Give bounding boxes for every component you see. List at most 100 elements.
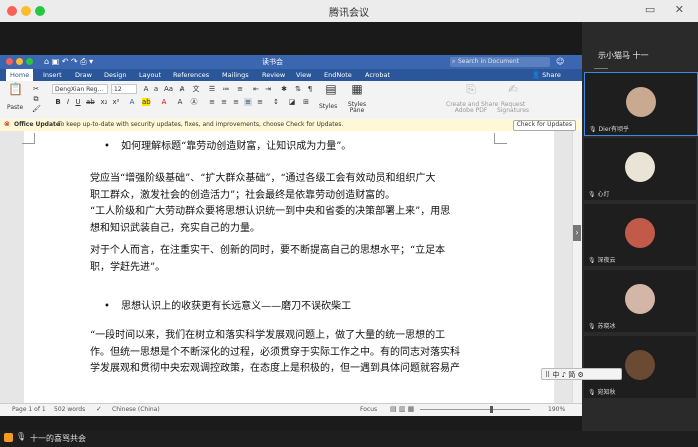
strikethrough-icon[interactable]: ab (86, 98, 95, 106)
asian-layout-icon[interactable]: ✱ (280, 85, 288, 93)
para1-line1: 党应当“增强阶级基础”、“扩大群众基础”，“通过各级工会有效动员和组织广大 (90, 173, 436, 184)
floating-toolbar[interactable]: ⠿ 中 ♪ 简 ⚙ (541, 368, 622, 380)
paste-icon[interactable]: 📋 (8, 83, 23, 99)
multilevel-list-icon[interactable]: ≡ (236, 85, 244, 93)
toolbar-items[interactable]: 中 ♪ 简 ⚙ (552, 371, 583, 379)
copy-icon[interactable]: ⧉ (32, 95, 40, 103)
font-color-icon[interactable]: A (160, 98, 168, 106)
quick-access-icons[interactable]: ⌂ ▣ ↶ ↷ ⎙ ▾ (44, 57, 93, 67)
shrink-font-icon[interactable]: a (152, 85, 160, 93)
decrease-indent-icon[interactable]: ⇤ (252, 85, 260, 93)
status-page[interactable]: Page 1 of 1 (12, 406, 46, 413)
sort-icon[interactable]: ⇅ (294, 85, 302, 93)
create-pdf-icon[interactable]: ⎘ (464, 83, 478, 99)
tab-review[interactable]: Review (262, 71, 285, 79)
subscript-icon[interactable]: x₂ (100, 98, 108, 106)
shading-icon[interactable]: ◪ (288, 98, 296, 106)
highlight-icon[interactable]: ab (142, 98, 151, 106)
borders-icon[interactable]: ⊞ (302, 98, 310, 106)
status-words[interactable]: 502 words (54, 406, 85, 413)
word-minimize-button[interactable] (16, 58, 23, 65)
smiley-icon[interactable]: ☺ (556, 57, 564, 66)
italic-icon[interactable]: I (64, 98, 72, 106)
show-marks-icon[interactable]: ¶ (306, 85, 314, 93)
bold-icon[interactable]: B (54, 98, 62, 106)
format-painter-icon[interactable]: 🖌 (32, 105, 41, 113)
tab-draw[interactable]: Draw (75, 71, 92, 79)
user-badge-icon (4, 433, 13, 442)
align-left-icon[interactable]: ≡ (208, 98, 216, 106)
word-close-button[interactable] (6, 58, 13, 65)
tab-view[interactable]: View (296, 71, 311, 79)
distributed-icon[interactable]: ≡ (256, 98, 264, 106)
tab-design[interactable]: Design (104, 71, 126, 79)
word-zoom-button[interactable] (26, 58, 33, 65)
mic-icon[interactable]: 🎙 (16, 432, 26, 441)
collapse-panel-button[interactable]: › (573, 225, 581, 241)
underline-icon[interactable]: U (74, 98, 82, 106)
line-spacing-icon[interactable]: ↕ (272, 98, 280, 106)
vertical-scrollbar[interactable] (572, 131, 582, 403)
justify-icon[interactable]: ≡ (244, 98, 252, 106)
superscript-icon[interactable]: x² (112, 98, 120, 106)
participant-tile[interactable]: 🎙 深夜云 (584, 204, 696, 266)
document-page[interactable]: • 如何理解标题“靠劳动创造财富，让知识成为力量”。 党应当“增强阶级基础”、“… (22, 131, 554, 403)
check-for-updates-button[interactable]: Check for Updates (512, 120, 576, 131)
view-buttons[interactable]: ▤ ▥ ▦ (390, 405, 414, 413)
styles-pane-icon[interactable]: ▦ (350, 83, 364, 99)
close-message-icon[interactable]: ⊗ (4, 120, 10, 128)
document-title: 读书会 (262, 58, 283, 66)
update-message-title: Office Update (14, 121, 60, 128)
tab-mailings[interactable]: Mailings (222, 71, 249, 79)
tab-acrobat[interactable]: Acrobat (365, 71, 390, 79)
participant-tile[interactable]: 🎙 心灯 (584, 138, 696, 200)
clear-formatting-icon[interactable]: A̷ (178, 85, 186, 93)
participant-name: 🎙 宛知秋 (588, 387, 616, 396)
enclose-character-icon[interactable]: Ⓐ (190, 98, 198, 106)
participant-tile[interactable]: 🎙 苏晓冰 (584, 270, 696, 332)
align-right-icon[interactable]: ≡ (232, 98, 240, 106)
window-controls[interactable]: ▭ ✕ (645, 3, 692, 16)
styles-icon[interactable]: ▤ (324, 83, 338, 99)
change-case-icon[interactable]: Aa (164, 85, 173, 93)
share-button[interactable]: 👤 Share (532, 71, 561, 79)
zoom-slider-thumb[interactable] (490, 406, 493, 413)
tab-insert[interactable]: Insert (43, 71, 62, 79)
status-zoom[interactable]: 190% (548, 406, 565, 413)
bullets-icon[interactable]: ☰ (208, 85, 216, 93)
status-focus[interactable]: Focus (360, 406, 377, 413)
create-pdf-label: Create and Share Adobe PDF (446, 101, 499, 114)
tab-home[interactable]: Home (6, 69, 34, 81)
align-center-icon[interactable]: ≡ (220, 98, 228, 106)
increase-indent-icon[interactable]: ⇥ (264, 85, 272, 93)
styles-label: Styles (319, 103, 338, 110)
paragraph-3: “一段时间以来，我们在树立和落实科学发展观问题上，做了大量的统一思想的工 作。但… (90, 328, 460, 378)
margin-corner-mark (22, 133, 35, 144)
phonetic-guide-icon[interactable]: 文 (192, 85, 200, 93)
cut-icon[interactable]: ✂ (32, 85, 40, 93)
search-input[interactable]: ⌕ Search in Document (450, 57, 550, 67)
participant-tile[interactable]: 🎙 Dier有顷乎 (584, 72, 698, 136)
para1-line3: “工人阶级和广大劳动群众要将思想认识统一到中央和省委的决策部署上来”，用思 (90, 206, 451, 217)
mic-icon: 🎙 (588, 323, 596, 330)
grow-font-icon[interactable]: A (142, 85, 150, 93)
tab-layout[interactable]: Layout (139, 71, 161, 79)
font-name-select[interactable]: DengXian Reg... (52, 84, 108, 94)
avatar (625, 350, 655, 380)
para2-line1: 对于个人而言，在注重实干、创新的同时，要不断提高自己的思想水平；“立足本 (90, 245, 446, 256)
font-size-select[interactable]: 12 (111, 84, 137, 94)
character-shading-icon[interactable]: A (176, 98, 184, 106)
proofing-icon[interactable]: ✓ (96, 405, 102, 413)
divider (594, 68, 608, 69)
tab-endnote[interactable]: EndNote (324, 71, 352, 79)
avatar (625, 152, 655, 182)
bullet1-text: 如何理解标题“靠劳动创造财富，让知识成为力量”。 (121, 141, 352, 152)
paste-label: Paste (7, 104, 24, 111)
tab-references[interactable]: References (173, 71, 209, 79)
participant-tile[interactable]: 🎙 宛知秋 (584, 336, 696, 398)
status-language[interactable]: Chinese (China) (112, 406, 160, 413)
text-effects-icon[interactable]: A (128, 98, 136, 106)
request-signatures-icon[interactable]: ✍ (506, 83, 520, 99)
numbering-icon[interactable]: ≔ (222, 85, 230, 93)
zoom-slider[interactable] (420, 406, 530, 413)
